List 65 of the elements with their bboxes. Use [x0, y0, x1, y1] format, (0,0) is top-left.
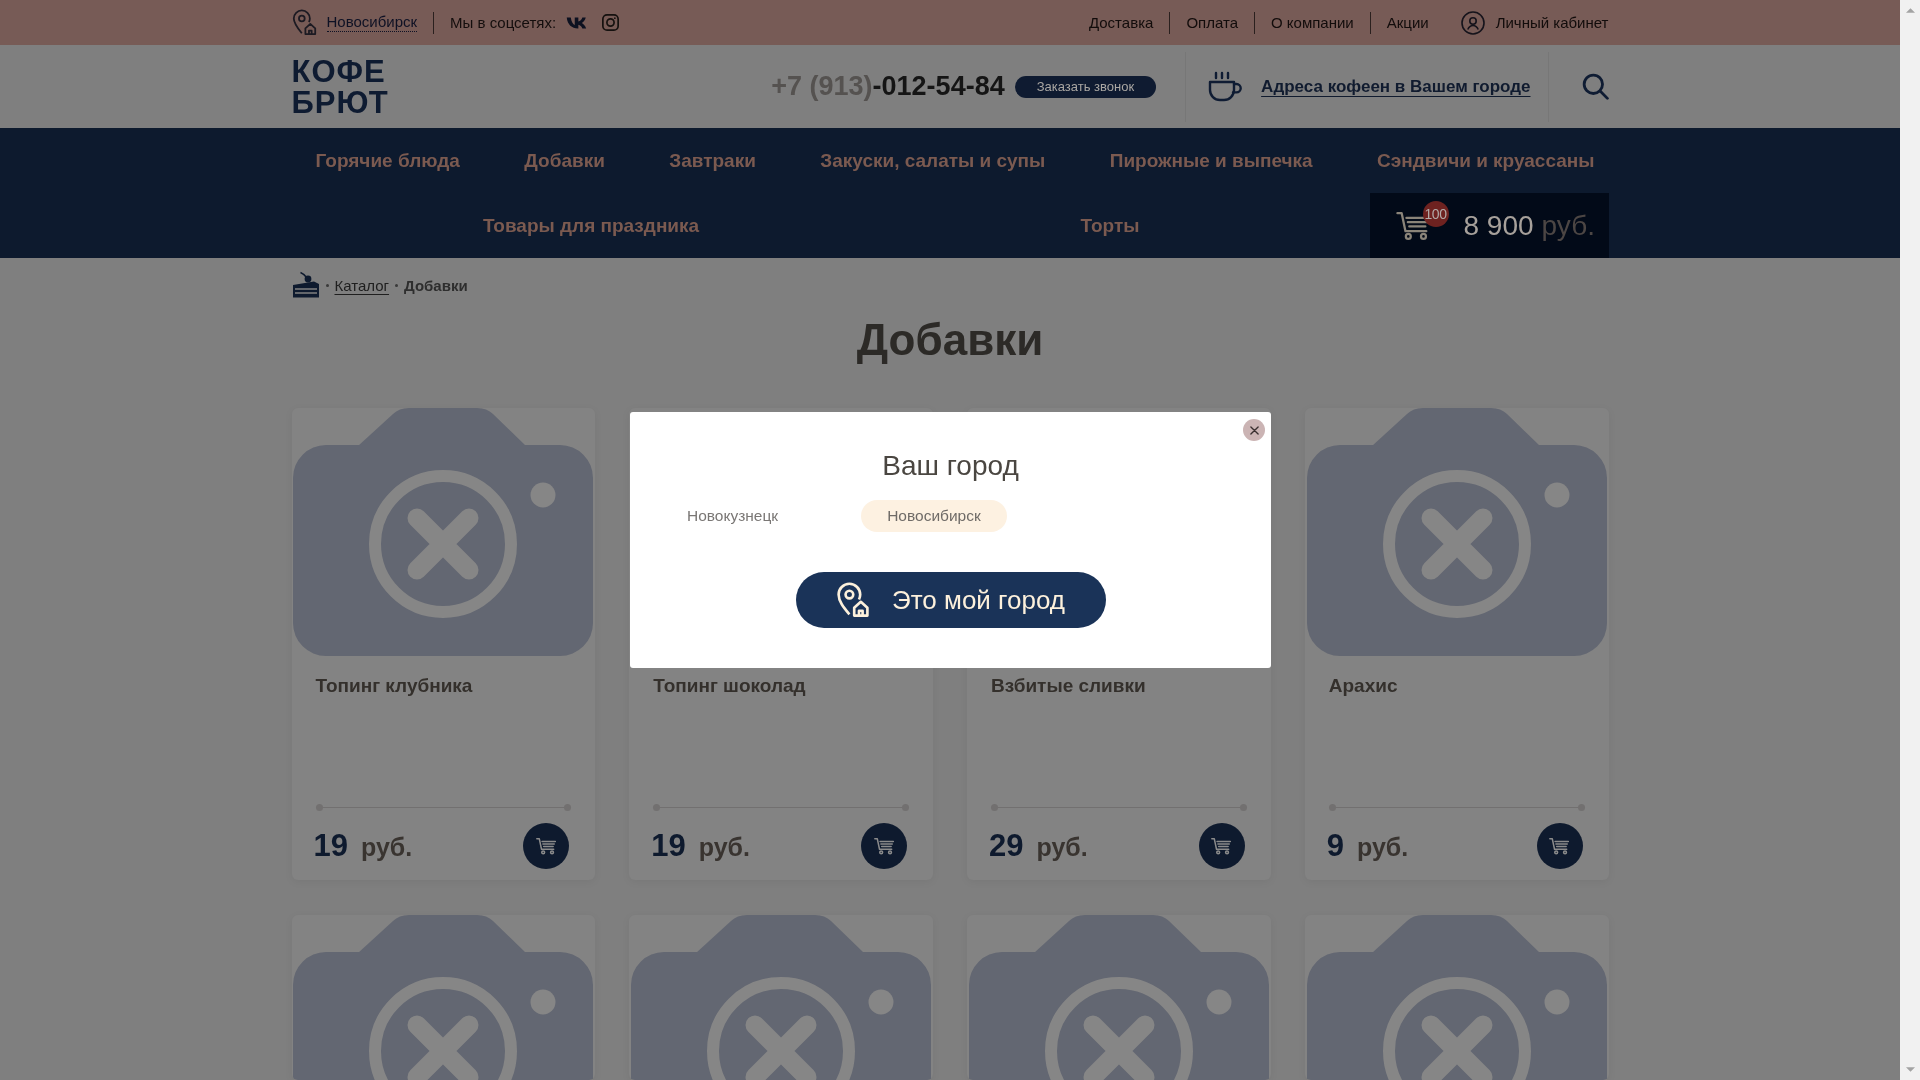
- add-to-cart-button[interactable]: [523, 823, 570, 869]
- breadcrumb-link[interactable]: Каталог: [334, 276, 390, 294]
- cup-icon: [1208, 71, 1243, 102]
- cart-count-badge: 100: [1422, 201, 1449, 227]
- product-price: 19: [313, 828, 348, 864]
- product-name[interactable]: Топинг шоколад: [653, 674, 909, 698]
- separator-dot-icon: [325, 283, 329, 287]
- cart-icon: [1549, 837, 1570, 855]
- scroll-down-icon[interactable]: [1905, 1067, 1915, 1072]
- nav-link[interactable]: Завтраки: [669, 149, 756, 172]
- city-option[interactable]: Новокузнецк: [661, 500, 805, 532]
- price-currency: руб.: [361, 833, 413, 862]
- addresses-link[interactable]: Адреса кофеен в Вашем городе: [1261, 76, 1531, 97]
- nav-link[interactable]: Пирожные и выпечка: [1109, 149, 1313, 172]
- city-link[interactable]: Новосибирск: [326, 13, 418, 32]
- product-card[interactable]: Топинг клубника 19 руб.: [291, 408, 596, 880]
- product-name[interactable]: Топинг клубника: [315, 674, 572, 698]
- top-link[interactable]: О компании: [1271, 14, 1354, 31]
- location-pin-icon: [836, 582, 870, 618]
- callback-button[interactable]: Заказать звонок: [1014, 75, 1157, 98]
- cart-icon: [1211, 837, 1233, 855]
- cart-summary[interactable]: 100 8 900 руб.: [1369, 193, 1609, 258]
- product-name[interactable]: Арахис: [1328, 674, 1585, 698]
- add-to-cart-button[interactable]: [1198, 823, 1245, 869]
- price-currency: руб.: [1036, 833, 1088, 862]
- nav-link[interactable]: Горячие блюда: [315, 149, 460, 172]
- separator-dot-icon: [395, 283, 399, 287]
- cart-icon: [535, 837, 557, 855]
- product-price: 19: [651, 828, 686, 864]
- add-to-cart-button[interactable]: [861, 823, 907, 869]
- page-title: Добавки: [855, 314, 1045, 366]
- instagram-icon[interactable]: [602, 14, 620, 31]
- product-name[interactable]: Взбитые сливки: [991, 674, 1247, 698]
- social-label: Мы в соцсетях:: [450, 14, 557, 31]
- scroll-up-icon[interactable]: [1905, 8, 1915, 13]
- location-pin-icon: [291, 9, 317, 36]
- nav-link[interactable]: Сэндвичи и круассаны: [1377, 149, 1595, 172]
- search-icon[interactable]: [1581, 73, 1609, 100]
- cart-currency: руб.: [1541, 209, 1595, 242]
- cart-icon: [873, 837, 895, 855]
- nav-link[interactable]: Торты: [1080, 214, 1140, 237]
- user-icon[interactable]: [1460, 10, 1485, 35]
- price-currency: руб.: [1357, 833, 1409, 862]
- confirm-city-button[interactable]: Это мой город: [795, 572, 1106, 628]
- cake-icon[interactable]: [291, 271, 320, 299]
- cart-total: 8 900: [1463, 209, 1534, 242]
- top-link[interactable]: Оплата: [1186, 14, 1238, 31]
- breadcrumb-current: Добавки: [404, 276, 468, 294]
- logo[interactable]: КОФЕ БРЮТ: [291, 55, 389, 118]
- product-price: 29: [989, 828, 1024, 864]
- product-card[interactable]: Арахис 9 руб.: [1304, 408, 1609, 880]
- nav-link[interactable]: Закуски, салаты и супы: [820, 149, 1046, 172]
- top-link[interactable]: Акции: [1386, 14, 1429, 31]
- close-icon: [1249, 425, 1259, 435]
- city-option[interactable]: Новосибирск: [861, 500, 1007, 532]
- top-link[interactable]: Доставка: [1088, 14, 1154, 31]
- close-button[interactable]: [1243, 419, 1265, 441]
- add-to-cart-button[interactable]: [1536, 823, 1583, 869]
- nav-link[interactable]: Добавки: [524, 149, 605, 172]
- dialog-title: Ваш город: [882, 449, 1019, 483]
- scrollbar[interactable]: [1900, 0, 1920, 1080]
- account-link[interactable]: Личный кабинет: [1495, 14, 1609, 31]
- price-currency: руб.: [698, 833, 750, 862]
- nav-link[interactable]: Товары для праздника: [482, 214, 700, 237]
- product-price: 9: [1326, 828, 1344, 864]
